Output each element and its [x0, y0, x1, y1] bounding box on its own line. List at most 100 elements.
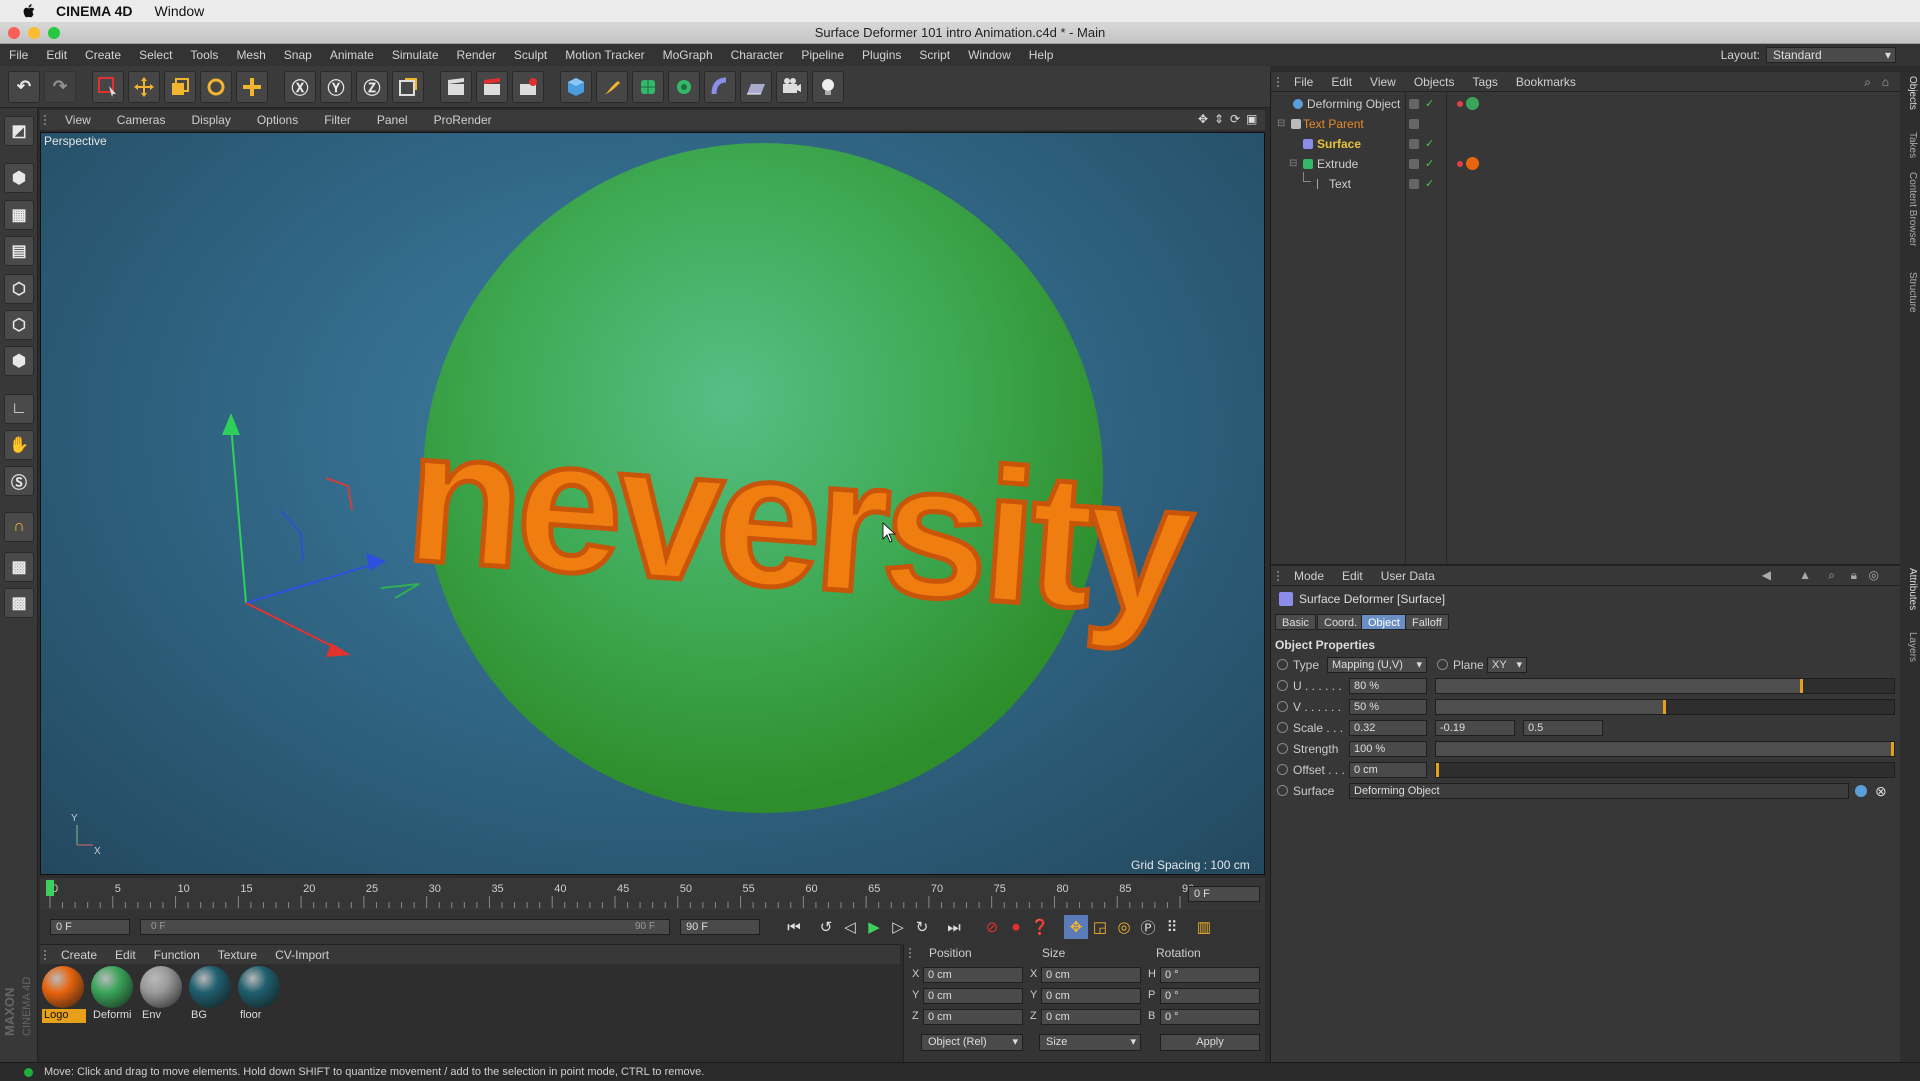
light-button[interactable]: [812, 70, 844, 103]
visibility-dots-icon[interactable]: [1409, 159, 1419, 169]
material-menu-cv-import[interactable]: CV-Import: [266, 948, 338, 962]
orbit-icon[interactable]: ⟳: [1230, 113, 1243, 126]
lock-icon[interactable]: 🔒︎: [1851, 568, 1857, 583]
object-row-selected[interactable]: Surface ✓: [1271, 134, 1901, 154]
rotation-p-field[interactable]: 0 °: [1160, 988, 1260, 1004]
apply-button[interactable]: Apply: [1160, 1034, 1260, 1051]
search-icon[interactable]: ⌕: [1864, 75, 1871, 90]
strength-field[interactable]: 100 %: [1349, 741, 1427, 757]
clear-link-icon[interactable]: ⊗: [1875, 783, 1887, 800]
timeline-scheme-button[interactable]: ▥: [1192, 915, 1216, 939]
viewport-menu-options[interactable]: Options: [244, 113, 311, 127]
size-z-field[interactable]: 0 cm: [1041, 1009, 1141, 1025]
x-axis-lock-button[interactable]: Ⓧ: [284, 70, 316, 103]
next-key-button[interactable]: ↻: [910, 915, 934, 939]
scale-z-field[interactable]: 0.5: [1523, 720, 1603, 736]
current-frame-field[interactable]: 0 F: [1188, 886, 1260, 902]
mac-menu-window[interactable]: Window: [155, 3, 205, 19]
viewport-perspective[interactable]: neversity Y X: [40, 132, 1265, 875]
close-window-button[interactable]: [8, 27, 20, 39]
autokeying-button[interactable]: ⏺: [1004, 915, 1028, 939]
side-tab-attributes[interactable]: Attributes: [1902, 568, 1918, 610]
objects-menu-file[interactable]: File: [1285, 75, 1322, 89]
layout-dropdown[interactable]: Standard ▾: [1766, 47, 1896, 63]
position-key-button[interactable]: ✥: [1064, 915, 1088, 939]
menu-create[interactable]: Create: [76, 48, 130, 62]
end-frame-field[interactable]: 90 F: [680, 919, 760, 935]
offset-field[interactable]: 0 cm: [1349, 762, 1427, 778]
workplane-grid-button[interactable]: ▩: [4, 552, 34, 582]
material-swatch[interactable]: floor: [238, 966, 282, 1024]
play-button[interactable]: ▶: [862, 915, 886, 939]
objects-menu-objects[interactable]: Objects: [1405, 75, 1464, 89]
floor-button[interactable]: [740, 70, 772, 103]
rotation-h-field[interactable]: 0 °: [1160, 967, 1260, 983]
material-tag-icon[interactable]: [1466, 97, 1479, 110]
menu-simulate[interactable]: Simulate: [383, 48, 448, 62]
previous-frame-button[interactable]: ◁: [838, 915, 862, 939]
surface-link-field[interactable]: Deforming Object: [1349, 783, 1849, 799]
visibility-dots-icon[interactable]: [1409, 99, 1419, 109]
apple-icon[interactable]: [20, 2, 38, 20]
side-tab-layers[interactable]: Layers: [1902, 632, 1918, 662]
edges-mode-button[interactable]: ⬡: [4, 310, 34, 340]
menu-pipeline[interactable]: Pipeline: [792, 48, 853, 62]
viewport-menu-display[interactable]: Display: [178, 113, 243, 127]
menu-character[interactable]: Character: [722, 48, 793, 62]
side-tab-takes[interactable]: Takes: [1902, 132, 1918, 158]
polygons-mode-button[interactable]: ⬢: [4, 346, 34, 376]
visibility-dots-icon[interactable]: [1409, 179, 1419, 189]
rotation-key-button[interactable]: ◎: [1112, 915, 1136, 939]
scale-tool-button[interactable]: [164, 70, 196, 103]
objects-menu-edit[interactable]: Edit: [1322, 75, 1361, 89]
viewport-menu-cameras[interactable]: Cameras: [104, 113, 179, 127]
attributes-menu-mode[interactable]: Mode: [1285, 569, 1333, 583]
position-x-field[interactable]: 0 cm: [923, 967, 1023, 983]
side-tab-structure[interactable]: Structure: [1902, 272, 1918, 313]
menu-sculpt[interactable]: Sculpt: [505, 48, 556, 62]
playhead[interactable]: [46, 880, 54, 896]
menu-file[interactable]: File: [0, 48, 37, 62]
menu-mograph[interactable]: MoGraph: [654, 48, 722, 62]
rotate-tool-button[interactable]: [200, 70, 232, 103]
next-frame-button[interactable]: ▷: [886, 915, 910, 939]
deformer-gizmo[interactable]: [222, 413, 420, 657]
enabled-check-icon[interactable]: ✓: [1425, 174, 1434, 194]
menu-plugins[interactable]: Plugins: [853, 48, 910, 62]
offset-slider[interactable]: [1435, 762, 1895, 778]
minimize-window-button[interactable]: [28, 27, 40, 39]
go-to-end-button[interactable]: ⏭: [942, 915, 966, 939]
camera-button[interactable]: [776, 70, 808, 103]
menu-animate[interactable]: Animate: [321, 48, 383, 62]
record-active-objects-button[interactable]: ⊘: [980, 915, 1004, 939]
object-row[interactable]: Deforming Object ✓: [1271, 94, 1901, 114]
z-axis-lock-button[interactable]: Ⓩ: [356, 70, 388, 103]
objects-menu-view[interactable]: View: [1361, 75, 1405, 89]
go-to-start-button[interactable]: ⏮: [782, 915, 806, 939]
redo-button[interactable]: ↷: [44, 70, 76, 103]
material-swatch[interactable]: Deformi: [91, 966, 135, 1024]
home-icon[interactable]: ⌂: [1882, 75, 1889, 89]
position-z-field[interactable]: 0 cm: [923, 1009, 1023, 1025]
viewport-menu-prorender[interactable]: ProRender: [421, 113, 505, 127]
strength-slider[interactable]: [1435, 741, 1895, 757]
cloner-button[interactable]: [668, 70, 700, 103]
material-menu-texture[interactable]: Texture: [209, 948, 266, 962]
attributes-menu-edit[interactable]: Edit: [1333, 569, 1372, 583]
app-name[interactable]: CINEMA 4D: [56, 3, 133, 19]
animation-key-icon[interactable]: [1277, 680, 1288, 691]
visibility-dots-icon[interactable]: [1409, 139, 1419, 149]
animation-key-icon[interactable]: [1277, 659, 1288, 670]
tab-basic[interactable]: Basic: [1275, 614, 1316, 630]
maximize-view-icon[interactable]: ▣: [1246, 113, 1259, 126]
search-icon[interactable]: ⌕: [1828, 568, 1835, 583]
menu-mesh[interactable]: Mesh: [227, 48, 274, 62]
size-x-field[interactable]: 0 cm: [1041, 967, 1141, 983]
menu-tools[interactable]: Tools: [181, 48, 227, 62]
material-swatch[interactable]: Env: [140, 966, 184, 1024]
menu-select[interactable]: Select: [130, 48, 181, 62]
v-slider[interactable]: [1435, 699, 1895, 715]
scale-key-button[interactable]: ◲: [1088, 915, 1112, 939]
side-tab-content-browser[interactable]: Content Browser: [1902, 172, 1918, 246]
object-row[interactable]: ⊟ Text Parent: [1271, 114, 1901, 134]
